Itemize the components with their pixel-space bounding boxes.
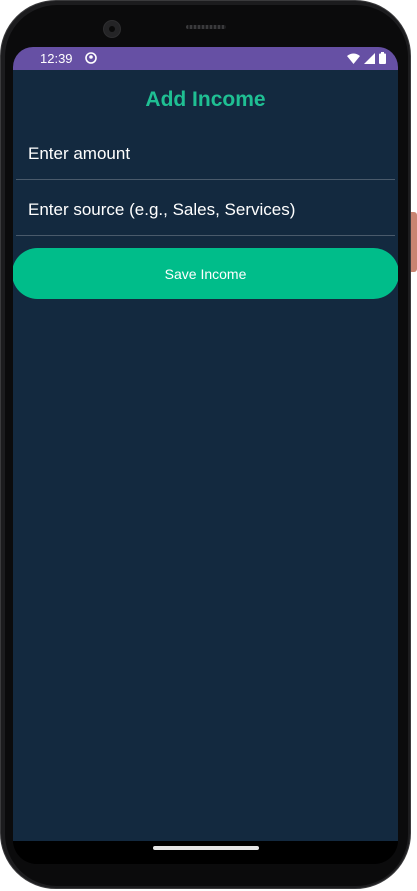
page-title: Add Income	[145, 88, 266, 111]
front-camera	[103, 20, 121, 38]
status-bar: 12:39	[13, 47, 398, 70]
screen: 12:39 Add Income Enter amount Enter sour…	[13, 47, 398, 864]
wifi-icon	[347, 53, 360, 64]
status-icons	[347, 52, 386, 64]
power-button[interactable]	[411, 212, 417, 272]
add-income-screen: Add Income Save Income	[13, 70, 398, 841]
earpiece-speaker	[186, 25, 226, 29]
battery-icon	[379, 52, 386, 64]
amount-field[interactable]	[16, 136, 395, 180]
save-income-button[interactable]: Save Income	[13, 248, 398, 299]
phone-device: 12:39 Add Income Enter amount Enter sour…	[0, 0, 417, 891]
source-field[interactable]	[16, 192, 395, 236]
cellular-signal-icon	[364, 52, 375, 64]
notification-app-icon	[85, 52, 97, 64]
home-gesture-handle[interactable]	[153, 846, 259, 850]
navigation-bar	[13, 841, 398, 864]
source-input[interactable]	[28, 200, 378, 220]
amount-input[interactable]	[28, 144, 378, 164]
status-time: 12:39	[40, 51, 73, 66]
